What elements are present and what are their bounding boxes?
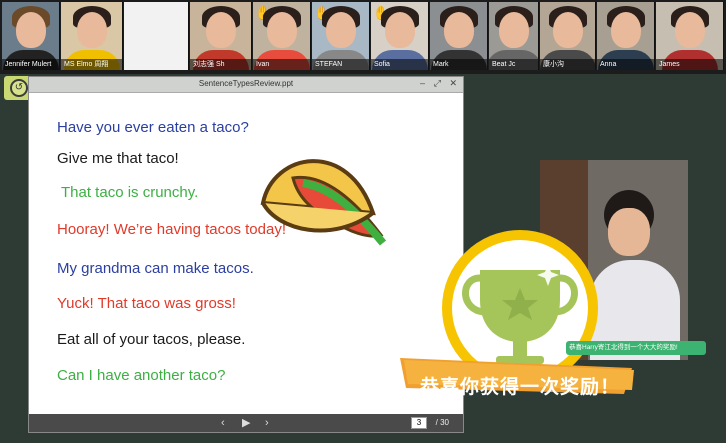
participant-name: Sofia [371, 59, 428, 70]
participant-video-strip: Jennifer Mulert MS Elmo 周翔 刘志强 Sh ✋ Ivan… [0, 0, 726, 74]
participant-name: 刘志强 Sh [190, 59, 251, 70]
participant-tile[interactable]: MS Elmo 周翔 [61, 2, 123, 70]
close-icon[interactable]: ✕ [449, 78, 457, 89]
play-icon[interactable]: ▶ [242, 416, 250, 430]
participant-name: Ivan [253, 59, 310, 70]
participant-tile[interactable]: Beat Jc [489, 2, 539, 70]
award-trophy-popup: 恭喜你获得一次奖励！ [400, 230, 640, 440]
participant-name: Anna [597, 59, 654, 70]
participant-tile[interactable]: 康小沟 [540, 2, 596, 70]
participant-name: STEFAN [312, 59, 369, 70]
award-banner-text: 恭喜你获得一次奖励！ [419, 376, 620, 398]
presentation-controls: ‹ ▶ › 3 / 30 [29, 414, 463, 432]
chat-message-toast: 恭喜Harry寄江北得到一个大大的奖励! [566, 341, 706, 355]
participant-name: Jennifer Mulert [2, 59, 59, 70]
slide-sentence: Eat all of your tacos, please. [57, 331, 246, 348]
participant-tile[interactable]: 刘志强 Sh [190, 2, 252, 70]
participant-tile[interactable]: James [656, 2, 724, 70]
participant-name: Beat Jc [489, 59, 538, 70]
participant-name: James [656, 59, 723, 70]
participant-tile[interactable] [124, 2, 189, 70]
slide-sentence: Can I have another taco? [57, 367, 226, 384]
undo-icon[interactable]: ↺ [10, 79, 28, 97]
participant-tile[interactable]: Mark [430, 2, 488, 70]
minimize-icon[interactable]: – [420, 78, 425, 88]
trophy-icon [400, 230, 634, 394]
previous-slide-icon[interactable]: ‹ [221, 416, 225, 430]
participant-tile[interactable]: Jennifer Mulert [2, 2, 60, 70]
slide-sentence: Hooray! We’re having tacos today! [57, 221, 287, 238]
next-slide-icon[interactable]: › [265, 416, 269, 430]
participant-tile[interactable]: ✋ Sofia [371, 2, 429, 70]
slide-sentence: My grandma can make tacos. [57, 260, 254, 277]
maximize-icon[interactable]: ⤢ [434, 78, 441, 89]
participant-tile[interactable]: ✋ Ivan [253, 2, 311, 70]
presentation-window: SentenceTypesReview.ppt – ⤢ ✕ Have you e… [28, 76, 464, 433]
presentation-title: SentenceTypesReview.ppt [198, 79, 294, 88]
presentation-titlebar: SentenceTypesReview.ppt – ⤢ ✕ [29, 77, 463, 93]
slide-sentence: That taco is crunchy. [61, 184, 199, 201]
slide-sentence: Yuck! That taco was gross! [57, 295, 236, 312]
participant-name: 康小沟 [540, 59, 595, 70]
taco-illustration [260, 159, 387, 246]
participant-name: Mark [430, 59, 487, 70]
participant-tile[interactable]: ✋ STEFAN [312, 2, 370, 70]
slide-sentence: Give me that taco! [57, 150, 179, 167]
slide-sentence: Have you ever eaten a taco? [57, 119, 249, 136]
participant-name: MS Elmo 周翔 [61, 59, 122, 70]
participant-tile[interactable]: ✋ Anna [597, 2, 655, 70]
